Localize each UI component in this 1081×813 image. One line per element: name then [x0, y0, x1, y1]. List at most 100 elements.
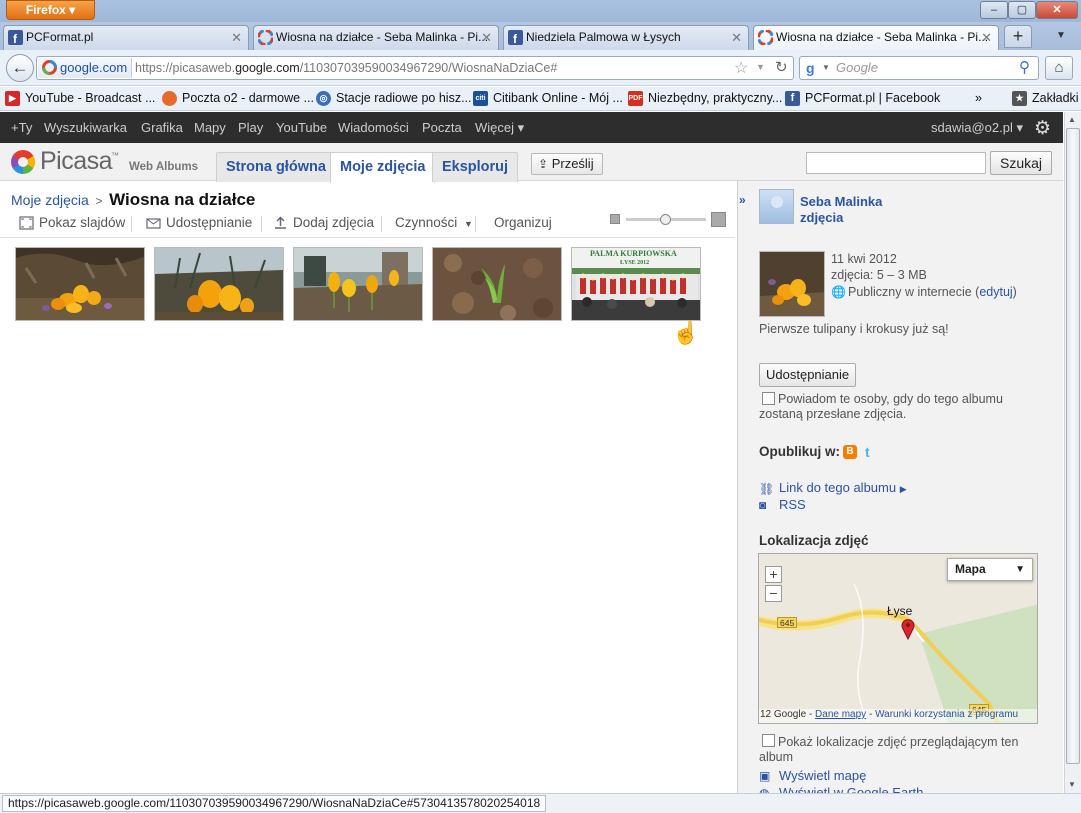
map-data-link[interactable]: Dane mapy — [815, 709, 866, 720]
gbar-item-search[interactable]: Wyszukiwarka — [44, 120, 127, 135]
owner-photos-link[interactable]: zdjęcia — [800, 210, 843, 225]
toolbar-divider — [131, 216, 132, 232]
thumbnail-small-icon[interactable] — [610, 214, 620, 224]
gbar-item-play[interactable]: Play — [238, 120, 263, 135]
bookmark-pdf[interactable]: PDF Niezbędny, praktyczny... — [628, 90, 782, 107]
map-dash: - — [866, 709, 876, 720]
map-terms-link[interactable]: Warunki korzystania z programu — [875, 709, 1018, 720]
publish-heading: Opublikuj w: — [759, 444, 840, 459]
gbar-item-youtube[interactable]: YouTube — [276, 120, 327, 135]
avatar[interactable] — [759, 189, 794, 224]
gbar-item-mail[interactable]: Poczta — [422, 120, 462, 135]
gbar-account[interactable]: sdawia@o2.pl ▾ — [931, 120, 1023, 136]
search-magnifier-icon[interactable]: ⚲ — [1019, 58, 1030, 76]
scroll-up-arrow-icon[interactable]: ▲ — [1068, 115, 1076, 124]
url-text[interactable]: https://picasaweb.google.com/11030703959… — [135, 57, 557, 79]
tab-explore[interactable]: Eksploruj — [432, 152, 519, 182]
map-zoom-out-button[interactable]: − — [765, 585, 782, 602]
search-engine-chevron-icon[interactable]: ▼ — [822, 63, 830, 72]
back-arrow-icon[interactable]: ← — [6, 54, 34, 82]
map-marker-icon[interactable] — [900, 618, 916, 640]
site-identity-button[interactable]: google.com — [38, 58, 133, 78]
new-tab-button[interactable]: + — [1004, 25, 1032, 48]
tab-my-photos[interactable]: Moje zdjęcia — [330, 152, 436, 183]
picasa-header: Picasa ™ Web Albums Strona główna Moje z… — [0, 143, 1063, 183]
search-button[interactable]: Szukaj — [990, 151, 1052, 175]
tab-list-chevron-icon[interactable]: ▼ — [1056, 30, 1066, 41]
bookmark-youtube[interactable]: ▶ YouTube - Broadcast ... — [5, 90, 155, 107]
show-location-checkbox[interactable] — [762, 734, 775, 747]
breadcrumb-my-photos-link[interactable]: Moje zdjęcia — [11, 192, 89, 208]
collapse-sidebar-icon[interactable]: » — [739, 193, 751, 208]
add-photos-button[interactable]: Dodaj zdjęcia — [273, 215, 374, 230]
twitter-icon[interactable]: t — [865, 444, 870, 460]
album-cover-image[interactable] — [759, 251, 825, 317]
bookmarks-overflow-button[interactable]: » — [975, 90, 982, 107]
tab-close-icon[interactable]: ✕ — [731, 26, 742, 49]
map-type-dropdown[interactable]: Mapa ▼ — [947, 558, 1033, 581]
bookmark-pcformat-facebook[interactable]: f PCFormat.pl | Facebook — [785, 90, 940, 107]
radio-icon: ◎ — [316, 91, 331, 106]
maximize-button[interactable]: ▢ — [1008, 1, 1036, 19]
view-map-link[interactable]: Wyświetl mapę — [779, 768, 866, 783]
notify-checkbox[interactable] — [762, 392, 775, 405]
close-window-button[interactable]: ✕ — [1036, 1, 1078, 19]
bookmark-citibank[interactable]: citi Citibank Online - Mój ... — [473, 90, 623, 107]
firefox-menu-button[interactable]: Firefox ▾ — [6, 0, 95, 20]
scroll-down-arrow-icon[interactable]: ▼ — [1068, 780, 1076, 789]
bookmarks-menu-button[interactable]: ★ Zakładki — [1012, 90, 1079, 107]
gbar-item-plus[interactable]: +Ty — [11, 120, 32, 135]
google-search-engine-icon[interactable]: g — [804, 60, 820, 79]
reload-icon[interactable]: ↻ — [775, 58, 788, 76]
slider-knob[interactable] — [660, 214, 671, 225]
home-icon[interactable]: ⌂ — [1045, 56, 1073, 80]
gbar-item-images[interactable]: Grafika — [141, 120, 183, 135]
actions-dropdown[interactable]: Czynności ▼ — [375, 215, 473, 230]
edit-visibility-link[interactable]: edytuj — [979, 285, 1012, 299]
gbar-item-news[interactable]: Wiadomości — [338, 120, 409, 135]
browser-tab-niedziela[interactable]: f Niedziela Palmowa w Łysych ✕ — [503, 25, 749, 50]
photo-thumbnail[interactable] — [15, 247, 145, 321]
photo-thumbnail[interactable] — [293, 247, 423, 321]
owner-name-link[interactable]: Seba Malinka — [800, 194, 882, 209]
album-link[interactable]: Link do tego albumu ▶ — [779, 480, 907, 495]
url-history-chevron-icon[interactable]: ▼ — [756, 62, 765, 72]
map-zoom-in-button[interactable]: + — [765, 566, 782, 583]
gear-icon[interactable]: ⚙ — [1034, 117, 1051, 140]
slideshow-button[interactable]: Pokaz slajdów — [19, 215, 125, 230]
picasa-search-input[interactable] — [806, 152, 986, 174]
upload-button[interactable]: ⇪ Prześlij — [531, 153, 603, 175]
tab-close-icon[interactable]: ✕ — [481, 26, 492, 49]
search-placeholder: Google — [836, 60, 878, 75]
page-scrollbar[interactable]: ▲ ▼ — [1064, 112, 1081, 794]
bookmark-stacje-radiowe[interactable]: ◎ Stacje radiowe po hisz... — [316, 90, 472, 107]
rss-link[interactable]: RSS — [779, 497, 806, 512]
gbar-item-more[interactable]: Więcej ▾ — [475, 120, 524, 136]
show-location-label-line2: album — [759, 750, 794, 764]
blogger-icon[interactable]: B — [843, 445, 857, 459]
thumbnail-large-icon[interactable] — [711, 212, 726, 227]
tab-close-icon[interactable]: ✕ — [231, 26, 242, 49]
slideshow-label: Pokaz slajdów — [39, 215, 126, 230]
search-bar[interactable]: g ▼ Google ⚲ — [799, 56, 1039, 80]
share-button[interactable]: Udostępnianie — [759, 363, 857, 387]
scrollbar-thumb[interactable] — [1066, 128, 1080, 764]
browser-tab-picasa-active[interactable]: Wiosna na działce - Seba Malinka - Pi...… — [753, 25, 999, 50]
tab-home[interactable]: Strona główna — [216, 152, 336, 182]
share-toolbar-button[interactable]: Udostępnianie — [146, 215, 252, 230]
photo-thumbnail[interactable] — [432, 247, 562, 321]
url-bar[interactable]: google.com https://picasaweb.google.com/… — [36, 56, 794, 80]
tab-close-icon[interactable]: ✕ — [981, 26, 992, 49]
minimize-button[interactable]: – — [980, 1, 1008, 19]
photo-thumbnail[interactable]: PALMA KURPIOWSKA ŁYSE 2012 — [571, 247, 701, 321]
organize-button[interactable]: Organizuj — [474, 215, 552, 230]
gbar-item-maps[interactable]: Mapy — [194, 120, 226, 135]
browser-tab-pcformat[interactable]: f PCFormat.pl ✕ — [3, 25, 249, 50]
location-map[interactable]: Mapa ▼ + − 645 645 Łyse 12 Google - Dane… — [758, 553, 1038, 724]
bookmark-poczta-o2[interactable]: Poczta o2 - darmowe ... — [162, 90, 314, 107]
browser-tab-picasa-1[interactable]: Wiosna na działce - Seba Malinka - Pi...… — [253, 25, 499, 50]
photo-thumbnail[interactable] — [154, 247, 284, 321]
bookmark-star-icon[interactable]: ☆ — [734, 58, 748, 78]
slideshow-icon — [19, 216, 34, 230]
url-domain: google.com — [235, 61, 300, 75]
